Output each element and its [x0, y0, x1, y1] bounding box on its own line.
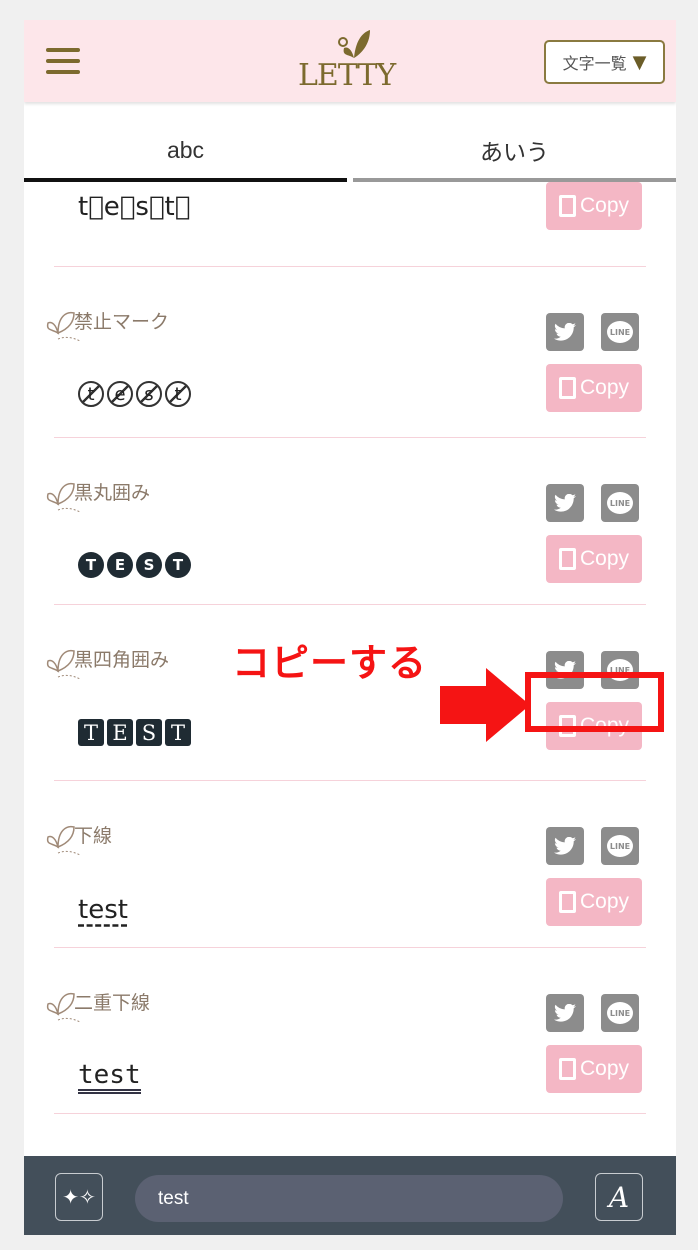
style-name: 二重下線 — [74, 992, 151, 1014]
dropdown-arrow-icon: ▼ — [632, 51, 647, 73]
twitter-icon — [554, 323, 576, 341]
copy-icon — [558, 195, 576, 217]
styled-text[interactable]: t⃟e⃟s⃟t⃟ — [78, 192, 190, 222]
font-change-icon[interactable]: A — [595, 1173, 643, 1221]
list-item: 禁止マーク LINE Copy t e s t — [46, 267, 646, 438]
copy-label: Copy — [579, 547, 630, 570]
copy-icon — [558, 548, 576, 570]
styled-text[interactable]: test — [78, 1062, 141, 1094]
twitter-icon — [554, 837, 576, 855]
list-item: 二重下線 LINE Copy test — [46, 948, 646, 1114]
font-list-dropdown[interactable]: 文字一覧 ▼ — [544, 40, 665, 84]
line-icon: LINE — [607, 492, 633, 514]
app: LETTY 文字一覧 ▼ abc あいう Copy t⃟e⃟s⃟t⃟ 禁止マーク LIN… — [24, 20, 676, 1235]
hamburger-menu-icon[interactable] — [46, 48, 80, 74]
copy-label: Copy — [579, 890, 630, 913]
twitter-icon — [554, 1004, 576, 1022]
tab-bar: abc あいう — [24, 102, 676, 182]
header: LETTY 文字一覧 ▼ — [24, 20, 676, 102]
styled-letter: E — [107, 552, 133, 578]
style-name: 黒四角囲み — [74, 649, 170, 671]
twitter-icon — [554, 494, 576, 512]
style-name: 禁止マーク — [74, 311, 170, 333]
sparkle-icon[interactable]: ✦✧ — [55, 1173, 103, 1221]
line-icon: LINE — [607, 835, 633, 857]
copy-icon — [558, 891, 576, 913]
copy-button[interactable]: Copy — [546, 1045, 642, 1093]
styled-letter: s — [136, 381, 162, 407]
styled-text[interactable]: test — [78, 381, 191, 407]
twitter-share-button[interactable] — [546, 827, 584, 865]
copy-button[interactable]: Copy — [546, 535, 642, 583]
styled-letter: S — [136, 552, 162, 578]
styled-text[interactable]: test — [78, 895, 128, 925]
styled-letter: E — [107, 719, 133, 746]
line-share-button[interactable]: LINE — [601, 827, 639, 865]
styled-letter: T — [165, 552, 191, 578]
twitter-share-button[interactable] — [546, 313, 584, 351]
line-share-button[interactable]: LINE — [601, 484, 639, 522]
styled-letter: S — [136, 719, 162, 746]
line-share-button[interactable]: LINE — [601, 994, 639, 1032]
styled-letter: T — [78, 719, 104, 746]
styled-letter: t — [165, 381, 191, 407]
copy-button[interactable]: Copy — [546, 878, 642, 926]
styled-text[interactable]: TEST — [78, 719, 191, 746]
annotation-arrow-icon — [440, 668, 530, 742]
bottom-bar: ✦✧ A — [24, 1156, 676, 1235]
style-name: 黒丸囲み — [74, 482, 151, 504]
copy-icon — [558, 377, 576, 399]
line-share-button[interactable]: LINE — [601, 313, 639, 351]
logo-text: LETTY — [298, 58, 396, 93]
letty-logo[interactable]: LETTY — [296, 28, 406, 96]
tab-abc[interactable]: abc — [24, 102, 347, 182]
tab-aiu[interactable]: あいう — [353, 102, 676, 182]
list-item: 下線 LINE Copy test — [46, 781, 646, 948]
annotation-label: コピーする — [232, 641, 428, 685]
list-item: Copy t⃟e⃟s⃟t⃟ — [54, 182, 646, 267]
twitter-share-button[interactable] — [546, 994, 584, 1032]
copy-label: Copy — [579, 376, 630, 399]
copy-button[interactable]: Copy — [546, 182, 642, 230]
styled-letter: e — [107, 381, 133, 407]
styled-letter: t — [78, 381, 104, 407]
font-list-label: 文字一覧 — [562, 54, 627, 73]
styled-text[interactable]: TEST — [78, 552, 191, 578]
copy-label: Copy — [579, 194, 630, 217]
list-item: 黒丸囲み LINE Copy T E S T — [46, 438, 646, 605]
copy-button[interactable]: Copy — [546, 364, 642, 412]
styled-letter: T — [78, 552, 104, 578]
twitter-share-button[interactable] — [546, 484, 584, 522]
copy-icon — [558, 1058, 576, 1080]
styled-letter: T — [165, 719, 191, 746]
line-icon: LINE — [607, 1002, 633, 1024]
text-input[interactable] — [135, 1175, 563, 1222]
style-name: 下線 — [74, 825, 113, 847]
annotation-highlight-box — [525, 672, 664, 732]
line-icon: LINE — [607, 321, 633, 343]
copy-label: Copy — [579, 1057, 630, 1080]
